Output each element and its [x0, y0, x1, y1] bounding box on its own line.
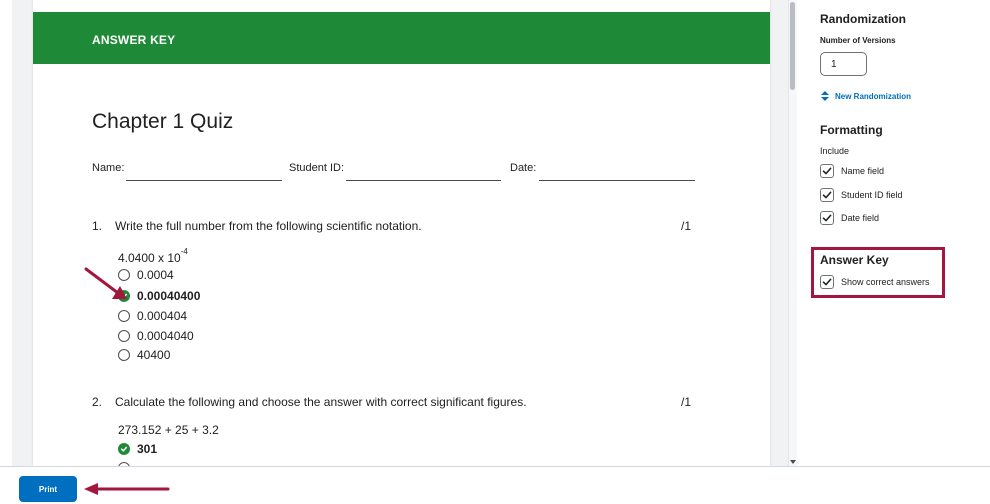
question-points: /1	[681, 395, 692, 409]
radio-icon	[118, 330, 130, 342]
student-id-field-checkbox[interactable]	[820, 188, 834, 202]
checkmark-icon	[822, 167, 832, 175]
include-label: Include	[820, 146, 850, 156]
radio-icon	[118, 310, 130, 322]
date-field-label: Date:	[510, 162, 537, 174]
question-text: Write the full number from the following…	[115, 219, 422, 233]
name-field-label: Name:	[92, 162, 125, 174]
question-points: /1	[681, 219, 692, 233]
number-of-versions-input[interactable]: 1	[820, 52, 867, 76]
checkmark-icon	[822, 191, 832, 199]
randomization-heading: Randomization	[820, 12, 906, 26]
answer-option: 0.000404	[118, 308, 187, 324]
preview-scrollbar[interactable]	[789, 0, 797, 466]
date-field-checkbox-row[interactable]: Date field	[820, 211, 879, 225]
number-of-versions-label: Number of Versions	[820, 36, 896, 45]
correct-check-icon	[118, 443, 130, 455]
date-field-line	[539, 180, 695, 181]
formatting-heading: Formatting	[820, 123, 883, 137]
quiz-print-window: ANSWER KEY Chapter 1 Quiz Name: Student …	[0, 0, 990, 504]
print-button[interactable]: Print	[19, 476, 77, 502]
print-preview-pane[interactable]: ANSWER KEY Chapter 1 Quiz Name: Student …	[12, 0, 789, 466]
quiz-title: Chapter 1 Quiz	[92, 110, 234, 133]
quiz-page: ANSWER KEY Chapter 1 Quiz Name: Student …	[33, 0, 770, 466]
name-field-line	[126, 180, 282, 181]
checkmark-icon	[822, 278, 832, 286]
answer-option: 0.0004040	[118, 328, 194, 344]
answer-key-heading: Answer Key	[820, 253, 889, 267]
print-options-sidebar: Randomization Number of Versions 1 New R…	[797, 0, 990, 466]
banner-title: ANSWER KEY	[92, 33, 176, 47]
scroll-down-arrow-icon[interactable]	[790, 460, 796, 464]
student-id-field-line	[346, 180, 501, 181]
name-field-checkbox-row[interactable]: Name field	[820, 164, 884, 178]
scrollbar-thumb[interactable]	[790, 2, 795, 90]
checkmark-icon	[822, 214, 832, 222]
answer-option: 40400	[118, 347, 170, 363]
show-correct-answers-checkbox[interactable]	[820, 275, 834, 289]
footer-bar: Print	[0, 466, 990, 504]
question-expression: 4.0400 x 10-4	[118, 247, 188, 265]
date-field-checkbox[interactable]	[820, 211, 834, 225]
answer-key-banner: ANSWER KEY	[33, 12, 770, 64]
show-correct-answers-checkbox-row[interactable]: Show correct answers	[820, 275, 930, 289]
answer-option-correct: 301	[118, 441, 157, 457]
name-field-checkbox[interactable]	[820, 164, 834, 178]
question-number: 1.	[92, 219, 103, 233]
question-number: 2.	[92, 395, 103, 409]
student-id-field-label: Student ID:	[289, 162, 345, 174]
student-id-field-checkbox-row[interactable]: Student ID field	[820, 188, 903, 202]
shuffle-icon	[821, 91, 829, 101]
question-text: Calculate the following and choose the a…	[115, 395, 527, 409]
annotation-arrow-icon	[84, 267, 127, 299]
radio-icon	[118, 349, 130, 361]
new-randomization-link[interactable]: New Randomization	[820, 91, 911, 101]
annotation-arrow-icon	[84, 483, 170, 495]
question-expression: 273.152 + 25 + 3.2	[118, 423, 219, 437]
